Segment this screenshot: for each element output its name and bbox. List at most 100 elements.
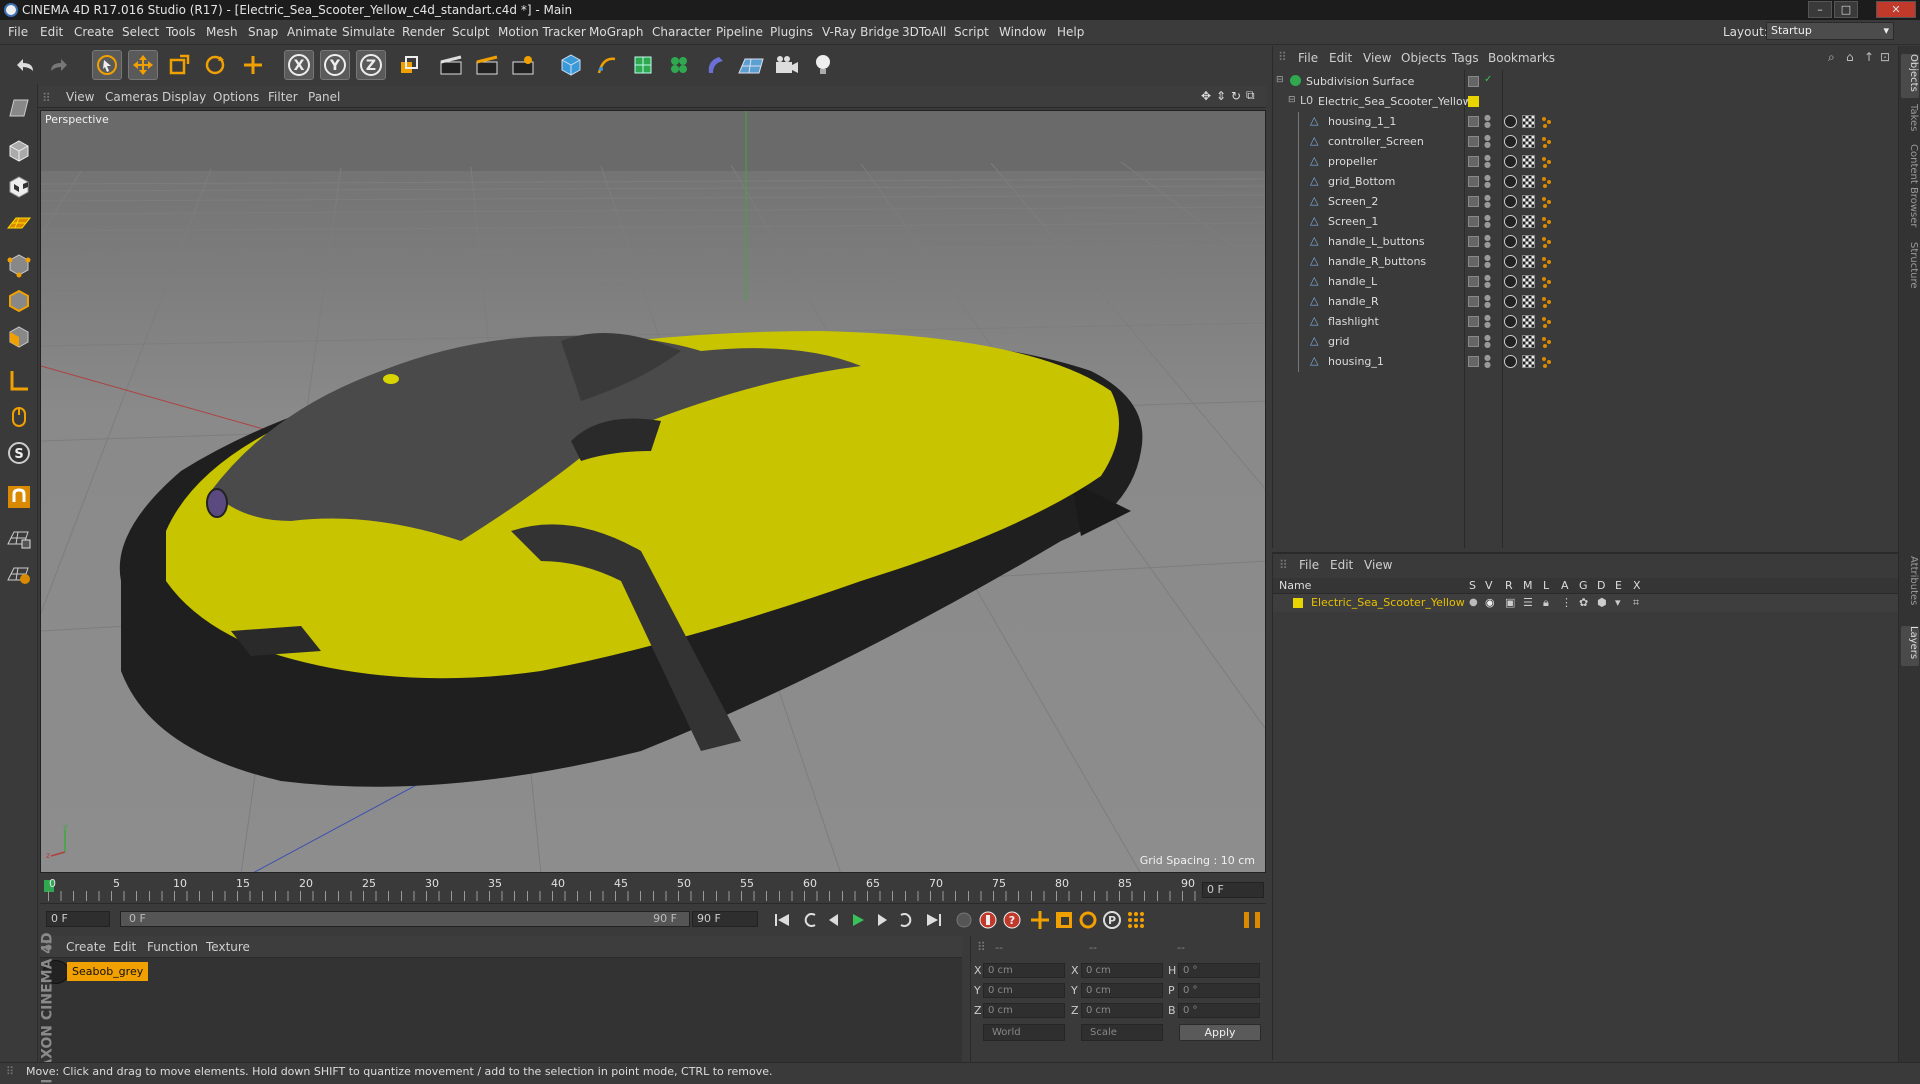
object-menu-view[interactable]: View — [1363, 51, 1391, 65]
cube-primitive-button[interactable] — [556, 50, 586, 80]
visibility-dots-icon[interactable]: ● ● — [1484, 114, 1491, 129]
object-row[interactable]: △ handle_L_buttons ● ● — [1272, 232, 1898, 252]
menu-render[interactable]: Render — [402, 25, 445, 39]
home-icon[interactable]: ⌂ — [1846, 50, 1854, 64]
workplane-lock-button[interactable] — [4, 558, 34, 588]
close-button[interactable]: ✕ — [1876, 1, 1916, 18]
material-tag-icon[interactable] — [1540, 295, 1553, 308]
texture-tag-icon[interactable] — [1522, 135, 1535, 148]
coordinate-space-select[interactable]: World — [983, 1024, 1065, 1041]
layer-swatch[interactable] — [1468, 336, 1479, 347]
layer-swatch[interactable] — [1468, 216, 1479, 227]
object-row[interactable]: △ controller_Screen ● ● — [1272, 132, 1898, 152]
menu-sculpt[interactable]: Sculpt — [452, 25, 489, 39]
layer-swatch[interactable] — [1468, 276, 1479, 287]
material-tag-icon[interactable] — [1540, 195, 1553, 208]
phong-tag-icon[interactable] — [1504, 115, 1517, 128]
generator-toggle-icon[interactable]: ✿ — [1579, 596, 1588, 609]
spline-pen-button[interactable] — [592, 50, 622, 80]
menu-select[interactable]: Select — [122, 25, 159, 39]
tab-structure[interactable]: Structure — [1901, 242, 1919, 294]
column-r[interactable]: R — [1505, 579, 1513, 592]
object-row[interactable]: △ housing_1 ● ● — [1272, 352, 1898, 372]
visibility-dots-icon[interactable]: ● ● — [1484, 274, 1491, 289]
edges-mode-button[interactable] — [4, 286, 34, 316]
viewport-menu-filter[interactable]: Filter — [268, 90, 298, 104]
menu-create[interactable]: Create — [74, 25, 114, 39]
size-z-field[interactable]: 0 cm — [1081, 1003, 1163, 1018]
undo-button[interactable] — [10, 50, 40, 80]
object-row-scooter-group[interactable]: ⊟ L0 Electric_Sea_Scooter_Yellow — [1272, 92, 1898, 112]
phong-tag-icon[interactable] — [1504, 175, 1517, 188]
model-mode-button[interactable] — [4, 136, 34, 166]
grid-lock-button[interactable] — [4, 522, 34, 552]
object-menu-file[interactable]: File — [1298, 51, 1318, 65]
visibility-dots-icon[interactable]: ● ● — [1484, 254, 1491, 269]
column-s[interactable]: S — [1469, 579, 1476, 592]
menu-snap[interactable]: Snap — [248, 25, 278, 39]
magnet-button[interactable] — [4, 482, 34, 512]
menu-edit[interactable]: Edit — [40, 25, 63, 39]
rotate-tool-button[interactable] — [200, 50, 230, 80]
texture-tag-icon[interactable] — [1522, 215, 1535, 228]
menu-pipeline[interactable]: Pipeline — [716, 25, 763, 39]
object-menu-bookmarks[interactable]: Bookmarks — [1488, 51, 1555, 65]
menu-help[interactable]: Help — [1057, 25, 1084, 39]
layer-swatch[interactable] — [1468, 156, 1479, 167]
previous-frame-button[interactable] — [822, 908, 846, 932]
collapse-toggle-icon[interactable]: ⊟ — [1288, 95, 1296, 105]
visibility-dots-icon[interactable]: ● ● — [1484, 154, 1491, 169]
layer-swatch[interactable] — [1468, 296, 1479, 307]
visibility-dots-icon[interactable]: ● ● — [1484, 294, 1491, 309]
layer-menu-file[interactable]: File — [1299, 558, 1319, 572]
viewport-maximize-icon[interactable]: ⧉ — [1246, 88, 1255, 103]
render-view-button[interactable] — [436, 50, 466, 80]
rotation-b-field[interactable]: 0 ° — [1178, 1003, 1260, 1018]
visibility-dots-icon[interactable]: ● ● — [1484, 214, 1491, 229]
column-d[interactable]: D — [1597, 579, 1605, 592]
menu-motion-tracker[interactable]: Motion Tracker — [498, 25, 586, 39]
phong-tag-icon[interactable] — [1504, 155, 1517, 168]
arrow-up-icon[interactable]: ↑ — [1864, 50, 1874, 64]
texture-tag-icon[interactable] — [1522, 195, 1535, 208]
layer-swatch[interactable] — [1468, 116, 1479, 127]
object-row[interactable]: △ handle_L ● ● — [1272, 272, 1898, 292]
lock-icon[interactable]: 🔒︎ — [1543, 596, 1549, 610]
position-z-field[interactable]: 0 cm — [983, 1003, 1065, 1018]
object-row[interactable]: △ housing_1_1 ● ● — [1272, 112, 1898, 132]
visibility-dots-icon[interactable]: ● ● — [1484, 194, 1491, 209]
phong-tag-icon[interactable] — [1504, 215, 1517, 228]
visibility-dots-icon[interactable]: ● ● — [1484, 174, 1491, 189]
tab-objects[interactable]: Objects — [1901, 54, 1919, 98]
maximize-button[interactable]: □ — [1834, 1, 1858, 18]
material-tag-icon[interactable] — [1540, 155, 1553, 168]
rotation-p-field[interactable]: 0 ° — [1178, 983, 1260, 998]
scale-tool-button[interactable] — [164, 50, 194, 80]
solo-toggle-icon[interactable]: ● — [1469, 597, 1478, 608]
texture-tag-icon[interactable] — [1522, 295, 1535, 308]
material-name[interactable]: Seabob_grey — [67, 962, 149, 981]
recent-tool-button[interactable] — [238, 50, 268, 80]
make-editable-button[interactable] — [4, 92, 34, 122]
render-settings-button[interactable] — [508, 50, 538, 80]
size-mode-select[interactable]: Scale — [1081, 1024, 1163, 1041]
viewport-menu-cameras[interactable]: Cameras — [105, 90, 158, 104]
column-l[interactable]: L — [1543, 579, 1549, 592]
layer-swatch[interactable] — [1468, 256, 1479, 267]
object-row[interactable]: △ handle_R_buttons ● ● — [1272, 252, 1898, 272]
texture-tag-icon[interactable] — [1522, 275, 1535, 288]
texture-tag-icon[interactable] — [1522, 175, 1535, 188]
camera-button[interactable] — [772, 50, 802, 80]
x-axis-button[interactable]: X — [284, 50, 314, 80]
timeline-window-button[interactable] — [1240, 908, 1264, 932]
size-y-field[interactable]: 0 cm — [1081, 983, 1163, 998]
viewport-menu-panel[interactable]: Panel — [308, 90, 340, 104]
layer-swatch[interactable] — [1468, 176, 1479, 187]
object-menu-edit[interactable]: Edit — [1329, 51, 1352, 65]
texture-tag-icon[interactable] — [1522, 115, 1535, 128]
material-menu-function[interactable]: Function — [147, 940, 198, 954]
phong-tag-icon[interactable] — [1504, 195, 1517, 208]
column-g[interactable]: G — [1579, 579, 1588, 592]
visibility-dots-icon[interactable]: ● ● — [1484, 334, 1491, 349]
material-tag-icon[interactable] — [1540, 175, 1553, 188]
